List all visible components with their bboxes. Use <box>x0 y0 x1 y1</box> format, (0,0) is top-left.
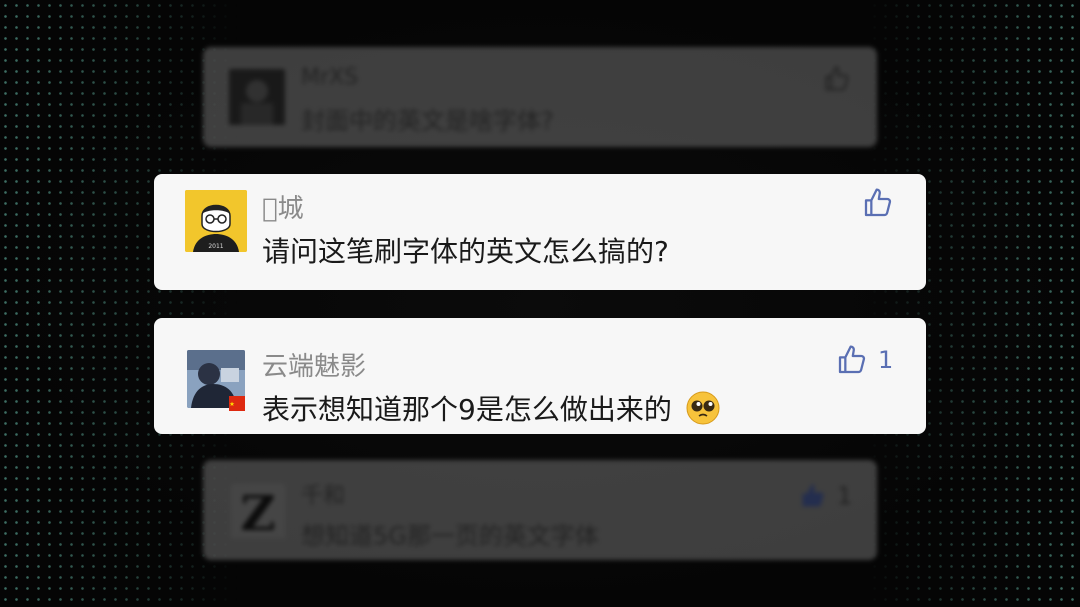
comment-text: 封面中的英文是啥字体? <box>301 107 554 135</box>
avatar[interactable]: 2011 <box>185 190 247 252</box>
thumbs-up-icon <box>864 188 892 217</box>
svg-text:2011: 2011 <box>208 243 223 250</box>
comment-username[interactable]: MrXS <box>301 65 358 90</box>
comment-text: 想知道5G那一页的英文字体 <box>301 522 599 550</box>
comment-username[interactable]: 千和 <box>301 478 345 510</box>
comment-username[interactable]: 云端魅影 <box>262 346 366 383</box>
comment-username[interactable]:  城 <box>262 188 304 225</box>
comment-showcase: MrXS 封面中的英文是啥字体? 2011  城 请问这笔刷字体的英文怎么搞的? <box>0 0 1080 607</box>
like-button[interactable] <box>862 187 904 219</box>
thumbs-up-icon <box>825 66 849 91</box>
comment-text: 表示想知道那个9是怎么做出来的 <box>262 388 721 433</box>
comment-card-2[interactable]: 2011  城 请问这笔刷字体的英文怎么搞的? <box>154 174 926 290</box>
comment-text: 请问这笔刷字体的英文怎么搞的? <box>262 235 669 268</box>
avatar[interactable]: Z <box>231 484 285 538</box>
like-button[interactable] <box>823 65 851 93</box>
pleading-face-emoji <box>685 390 721 433</box>
china-flag-icon <box>229 396 245 411</box>
like-count: 1 <box>878 346 894 374</box>
comment-card-3[interactable]: 云端魅影 表示想知道那个9是怎么做出来的 1 <box>154 318 926 434</box>
comment-card-1[interactable]: MrXS 封面中的英文是啥字体? <box>203 47 877 147</box>
comment-card-4[interactable]: Z 千和 想知道5G那一页的英文字体 1 <box>203 460 877 560</box>
like-button[interactable]: 1 <box>836 344 893 376</box>
comment-text-content: 表示想知道那个9是怎么做出来的 <box>262 393 672 426</box>
like-button[interactable]: 1 <box>799 482 852 510</box>
like-count: 1 <box>837 482 853 510</box>
thumbs-up-icon <box>802 484 824 507</box>
thumbs-up-icon <box>838 345 866 374</box>
avatar[interactable] <box>229 69 285 125</box>
svg-text:Z: Z <box>240 486 275 538</box>
